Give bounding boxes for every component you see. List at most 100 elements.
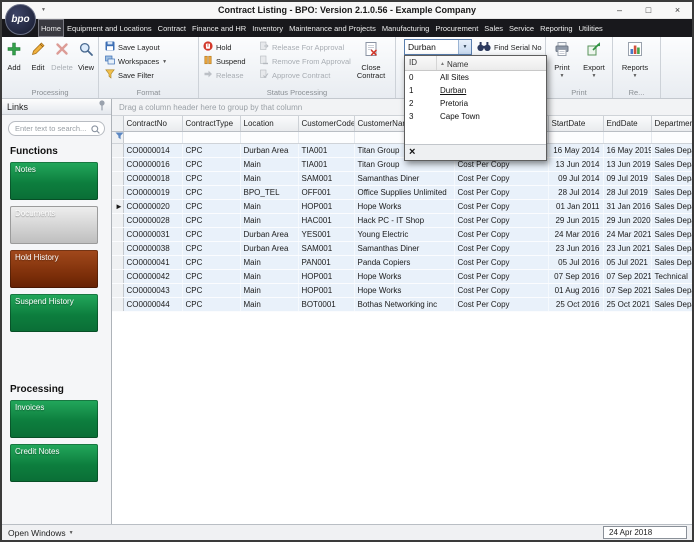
cell[interactable]: Sales Department — [651, 143, 692, 158]
cell[interactable]: CPC — [182, 171, 241, 186]
cell[interactable]: Main — [240, 213, 299, 228]
cell[interactable]: CO0000042 — [123, 269, 183, 284]
cell[interactable]: Main — [240, 269, 299, 284]
site-combobox[interactable]: Durban ▼ — [404, 39, 472, 55]
cell[interactable]: Samanthas Diner — [354, 241, 455, 256]
cell[interactable]: 13 Jun 2014 — [548, 157, 604, 172]
cell[interactable]: 29 Jun 2015 — [548, 213, 604, 228]
cell[interactable]: CO0000016 — [123, 157, 183, 172]
table-row[interactable]: CO0000031 CPC Durban Area YES001 Young Elect… — [112, 227, 692, 242]
filter-cell[interactable] — [651, 131, 692, 144]
tab-home[interactable]: Home — [38, 19, 65, 37]
cell[interactable]: Sales Department — [651, 185, 692, 200]
table-row[interactable]: CO0000041 CPC Main PAN001 Panda Copiers Cost … — [112, 255, 692, 270]
cell[interactable]: 23 Jun 2016 — [548, 241, 604, 256]
cell[interactable]: Young Electric — [354, 227, 455, 242]
cell[interactable]: Sales Department — [651, 255, 692, 270]
minimize-button[interactable]: – — [605, 2, 634, 18]
cell[interactable]: YES001 — [298, 227, 355, 242]
group-by-bar[interactable]: Drag a column header here to group by th… — [112, 99, 692, 116]
tab-contract[interactable]: Contract — [155, 19, 189, 37]
table-row[interactable]: CO0000016 CPC Main TIA001 Titan Group Cost Pe… — [112, 157, 692, 172]
cell[interactable]: Hope Works — [354, 283, 455, 298]
filter-cell[interactable] — [182, 131, 241, 144]
cell[interactable]: CO0000038 — [123, 241, 183, 256]
cell[interactable]: Cost Per Copy — [454, 227, 549, 242]
view-button[interactable]: View — [74, 37, 98, 86]
cell[interactable]: Sales Department — [651, 171, 692, 186]
cell[interactable]: Office Supplies Unlimited — [354, 185, 455, 200]
cell[interactable]: 13 Jun 2019 — [603, 157, 652, 172]
cell[interactable]: Sales Department — [651, 157, 692, 172]
cell[interactable]: 07 Sep 2016 — [548, 269, 604, 284]
cell[interactable]: Bothas Networking inc — [354, 297, 455, 312]
cell[interactable]: Sales Department — [651, 241, 692, 256]
tab-manufacturing[interactable]: Manufacturing — [379, 19, 433, 37]
cell[interactable]: Cost Per Copy — [454, 171, 549, 186]
cell[interactable]: CO0000041 — [123, 255, 183, 270]
cell[interactable]: Cost Per Copy — [454, 199, 549, 214]
cell[interactable]: HOP001 — [298, 199, 355, 214]
tab-inventory[interactable]: Inventory — [249, 19, 286, 37]
dropdown-row-durban[interactable]: 1 Durban — [405, 84, 546, 97]
edit-button[interactable]: Edit — [26, 37, 50, 86]
delete-button[interactable]: Delete — [50, 37, 74, 86]
cell[interactable]: CO0000020 — [123, 199, 183, 214]
cell[interactable]: Hope Works — [354, 199, 455, 214]
filter-cell[interactable] — [548, 131, 604, 144]
tab-finance-and-hr[interactable]: Finance and HR — [189, 19, 249, 37]
tab-sales[interactable]: Sales — [481, 19, 506, 37]
tab-procurement[interactable]: Procurement — [432, 19, 481, 37]
cell[interactable]: Technical — [651, 269, 692, 284]
approve-contract-button[interactable]: Approve Contract — [255, 68, 351, 82]
cell[interactable]: PAN001 — [298, 255, 355, 270]
cell[interactable]: CO0000019 — [123, 185, 183, 200]
column-header-contracttype[interactable]: ContractType — [182, 116, 241, 132]
cell[interactable]: 16 May 2019 — [603, 143, 652, 158]
tab-maintenance-and-projects[interactable]: Maintenance and Projects — [286, 19, 379, 37]
tab-equipment-and-locations[interactable]: Equipment and Locations — [64, 19, 155, 37]
status-date-picker[interactable]: 24 Apr 2018 — [603, 526, 687, 539]
cell[interactable]: 05 Jul 2021 — [603, 255, 652, 270]
cell[interactable]: 31 Jan 2016 — [603, 199, 652, 214]
find-serial-button[interactable]: Find Serial No — [477, 41, 542, 54]
table-row[interactable]: CO0000028 CPC Main HAC001 Hack PC - IT Shop C… — [112, 213, 692, 228]
cell[interactable]: Hope Works — [354, 269, 455, 284]
cell[interactable]: Main — [240, 199, 299, 214]
cell[interactable]: Main — [240, 157, 299, 172]
tab-reporting[interactable]: Reporting — [537, 19, 576, 37]
cell[interactable]: 28 Jul 2014 — [548, 185, 604, 200]
cell[interactable]: CPC — [182, 185, 241, 200]
workspaces-button[interactable]: Workspaces ▼ — [99, 54, 198, 68]
dropdown-row-cape-town[interactable]: 3 Cape Town — [405, 110, 546, 123]
dropdown-column-id[interactable]: ID — [405, 56, 437, 70]
cell[interactable]: Sales Department — [651, 283, 692, 298]
column-header-departmentname[interactable]: DepartmentName — [651, 116, 692, 132]
export-button[interactable]: Export ▼ — [578, 37, 610, 86]
dropdown-close-button[interactable]: × — [409, 147, 415, 158]
cell[interactable]: OFF001 — [298, 185, 355, 200]
cell[interactable]: Hack PC - IT Shop — [354, 213, 455, 228]
sidebar-item-invoices[interactable]: Invoices — [10, 400, 98, 438]
close-contract-button[interactable]: Close Contract — [351, 37, 391, 86]
table-row[interactable]: CO0000042 CPC Main HOP001 Hope Works Cost Per… — [112, 269, 692, 284]
cell[interactable]: Main — [240, 297, 299, 312]
cell[interactable]: SAM001 — [298, 171, 355, 186]
dropdown-row-pretoria[interactable]: 2 Pretoria — [405, 97, 546, 110]
cell[interactable]: Sales Department — [651, 227, 692, 242]
sidebar-item-documents[interactable]: Documents — [10, 206, 98, 244]
cell[interactable]: TIA001 — [298, 157, 355, 172]
sidebar-item-hold-history[interactable]: Hold History — [10, 250, 98, 288]
cell[interactable]: CO0000028 — [123, 213, 183, 228]
cell[interactable]: CPC — [182, 213, 241, 228]
cell[interactable]: Cost Per Copy — [454, 255, 549, 270]
cell[interactable]: 28 Jul 2019 — [603, 185, 652, 200]
cell[interactable]: HOP001 — [298, 283, 355, 298]
cell[interactable]: Durban Area — [240, 227, 299, 242]
cell[interactable]: Panda Copiers — [354, 255, 455, 270]
cell[interactable]: CPC — [182, 255, 241, 270]
table-row[interactable]: ► CO0000020 CPC Main HOP001 Hope Works Cost Pe… — [112, 199, 692, 214]
quick-access-chevron-icon[interactable]: ▼ — [41, 7, 46, 13]
save-filter-button[interactable]: Save Filter — [99, 68, 198, 82]
cell[interactable]: CPC — [182, 157, 241, 172]
